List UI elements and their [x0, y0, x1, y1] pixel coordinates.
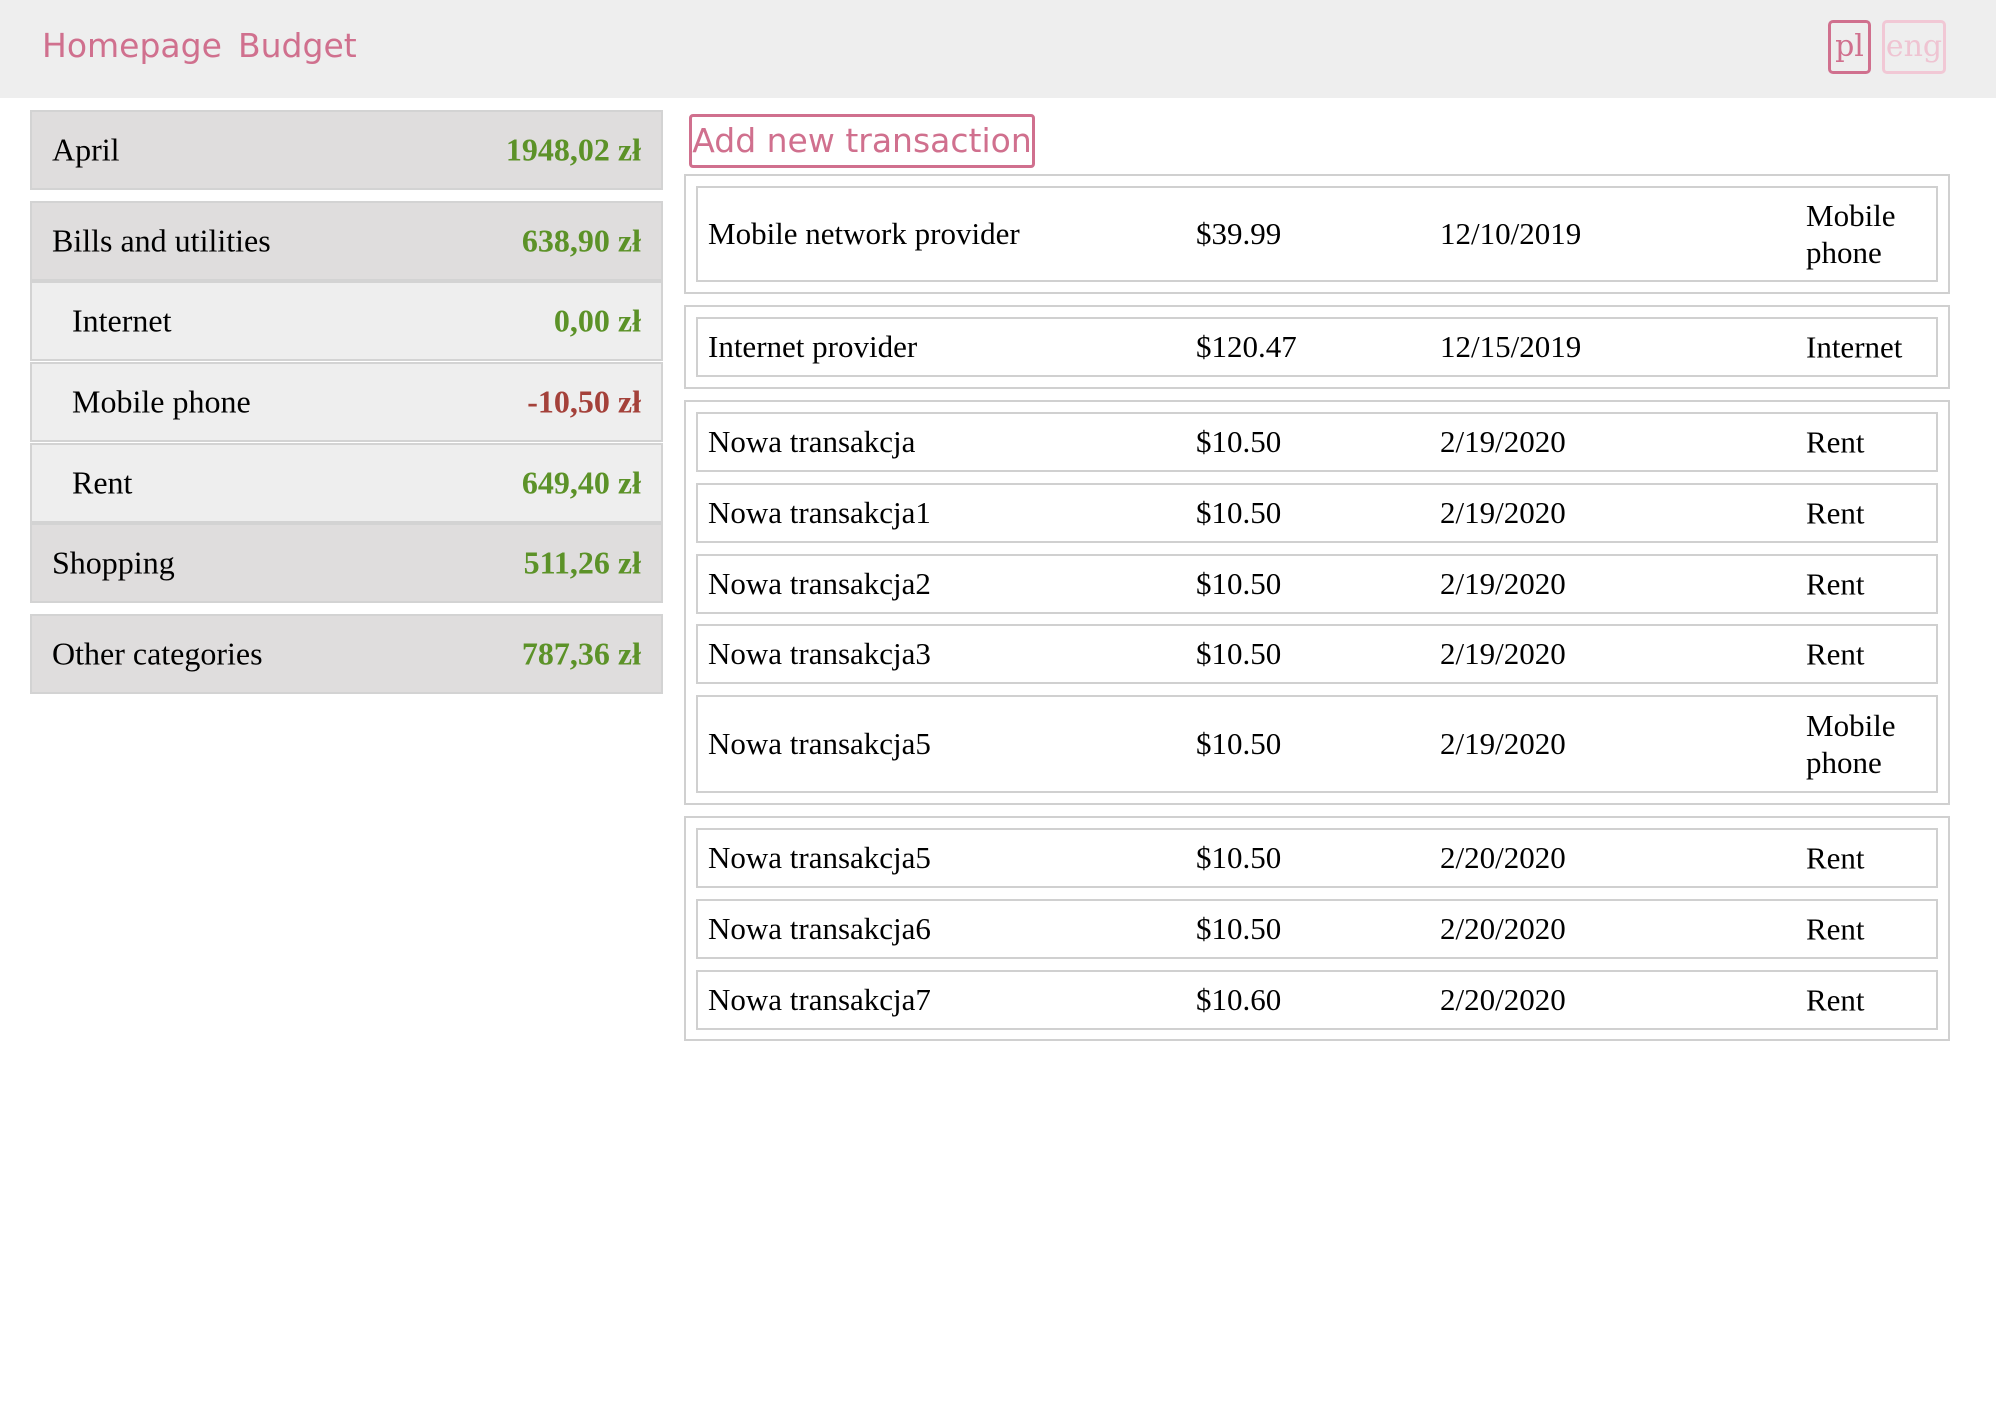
top-navigation-bar: Homepage Budget pl eng: [0, 0, 1996, 98]
transaction-amount: $10.50: [1196, 495, 1282, 530]
transaction-amount: $10.50: [1196, 726, 1282, 761]
transaction-row[interactable]: Nowa transakcja6 $10.50 2/20/2020 Rent: [696, 899, 1938, 959]
transaction-category: Internet: [1806, 329, 1903, 365]
transaction-date: 12/10/2019: [1440, 216, 1582, 251]
category-name: Bills and utilities: [52, 222, 271, 259]
transaction-name: Nowa transakcja6: [708, 911, 931, 946]
nav-link-budget[interactable]: Budget: [238, 22, 357, 70]
category-name: Other categories: [52, 635, 263, 672]
category-amount: 1948,02 zł: [505, 131, 641, 168]
transaction-name: Internet provider: [708, 329, 918, 364]
transaction-row[interactable]: Nowa transakcja $10.50 2/19/2020 Rent: [696, 412, 1938, 472]
transaction-amount: $120.47: [1196, 329, 1297, 364]
transaction-group: Nowa transakcja $10.50 2/19/2020 Rent No…: [684, 400, 1950, 805]
add-transaction-button[interactable]: Add new transaction: [689, 114, 1035, 168]
category-row-bills-and-utilities[interactable]: Bills and utilities 638,90 zł: [30, 201, 663, 281]
nav-link-homepage[interactable]: Homepage: [42, 22, 222, 70]
language-pl-button[interactable]: pl: [1828, 20, 1871, 74]
transaction-category: Rent: [1806, 840, 1865, 876]
transaction-name: Nowa transakcja: [708, 424, 916, 459]
transaction-date: 2/20/2020: [1440, 911, 1566, 946]
category-name: Mobile phone: [72, 383, 251, 420]
category-amount: 0,00 zł: [553, 302, 641, 339]
category-name: Rent: [72, 464, 133, 501]
transaction-amount: $10.50: [1196, 636, 1282, 671]
transaction-category: Rent: [1806, 911, 1865, 947]
transaction-category: Rent: [1806, 566, 1865, 602]
category-row-shopping[interactable]: Shopping 511,26 zł: [30, 523, 663, 603]
transaction-amount: $10.50: [1196, 424, 1282, 459]
transaction-group: Nowa transakcja5 $10.50 2/20/2020 Rent N…: [684, 816, 1950, 1041]
transaction-date: 2/20/2020: [1440, 840, 1566, 875]
transaction-row[interactable]: Internet provider $120.47 12/15/2019 Int…: [696, 317, 1938, 377]
category-name: April: [52, 131, 120, 168]
category-amount: -10,50 zł: [527, 383, 641, 420]
category-row-internet[interactable]: Internet 0,00 zł: [30, 281, 663, 361]
transaction-amount: $10.50: [1196, 566, 1282, 601]
transaction-group: Mobile network provider $39.99 12/10/201…: [684, 174, 1950, 294]
transaction-row[interactable]: Nowa transakcja7 $10.60 2/20/2020 Rent: [696, 970, 1938, 1030]
transaction-category: Rent: [1806, 636, 1865, 672]
transaction-name: Mobile network provider: [708, 216, 1020, 251]
transaction-name: Nowa transakcja5: [708, 726, 931, 761]
transaction-category: Rent: [1806, 495, 1865, 531]
transaction-name: Nowa transakcja1: [708, 495, 931, 530]
transaction-date: 2/19/2020: [1440, 636, 1566, 671]
transaction-category: Mobile phone: [1806, 708, 1896, 780]
transaction-category: Rent: [1806, 424, 1865, 460]
transaction-date: 2/20/2020: [1440, 982, 1566, 1017]
category-amount: 787,36 zł: [521, 635, 641, 672]
transaction-amount: $10.60: [1196, 982, 1282, 1017]
language-eng-button[interactable]: eng: [1882, 20, 1946, 74]
category-row-other-categories[interactable]: Other categories 787,36 zł: [30, 614, 663, 694]
transaction-amount: $39.99: [1196, 216, 1282, 251]
transaction-row[interactable]: Nowa transakcja1 $10.50 2/19/2020 Rent: [696, 483, 1938, 543]
transaction-category: Rent: [1806, 982, 1865, 1018]
transaction-name: Nowa transakcja5: [708, 840, 931, 875]
category-name: Internet: [72, 302, 172, 339]
transaction-date: 2/19/2020: [1440, 495, 1566, 530]
transaction-row[interactable]: Nowa transakcja2 $10.50 2/19/2020 Rent: [696, 554, 1938, 614]
transaction-row[interactable]: Nowa transakcja3 $10.50 2/19/2020 Rent: [696, 624, 1938, 684]
transaction-group: Internet provider $120.47 12/15/2019 Int…: [684, 305, 1950, 389]
transaction-amount: $10.50: [1196, 840, 1282, 875]
transaction-date: 12/15/2019: [1440, 329, 1582, 364]
category-amount: 511,26 zł: [523, 544, 641, 581]
transaction-name: Nowa transakcja3: [708, 636, 931, 671]
transaction-name: Nowa transakcja7: [708, 982, 931, 1017]
transaction-date: 2/19/2020: [1440, 566, 1566, 601]
category-amount: 649,40 zł: [521, 464, 641, 501]
transaction-category: Mobile phone: [1806, 198, 1896, 270]
transaction-row[interactable]: Nowa transakcja5 $10.50 2/20/2020 Rent: [696, 828, 1938, 888]
category-name: Shopping: [52, 544, 175, 581]
category-row-rent[interactable]: Rent 649,40 zł: [30, 443, 663, 523]
category-row-april[interactable]: April 1948,02 zł: [30, 110, 663, 190]
transaction-row[interactable]: Mobile network provider $39.99 12/10/201…: [696, 186, 1938, 282]
transaction-amount: $10.50: [1196, 911, 1282, 946]
category-row-mobile-phone[interactable]: Mobile phone -10,50 zł: [30, 362, 663, 442]
transaction-date: 2/19/2020: [1440, 726, 1566, 761]
transaction-row[interactable]: Nowa transakcja5 $10.50 2/19/2020 Mobile…: [696, 695, 1938, 793]
transaction-date: 2/19/2020: [1440, 424, 1566, 459]
category-amount: 638,90 zł: [521, 222, 641, 259]
transaction-name: Nowa transakcja2: [708, 566, 931, 601]
